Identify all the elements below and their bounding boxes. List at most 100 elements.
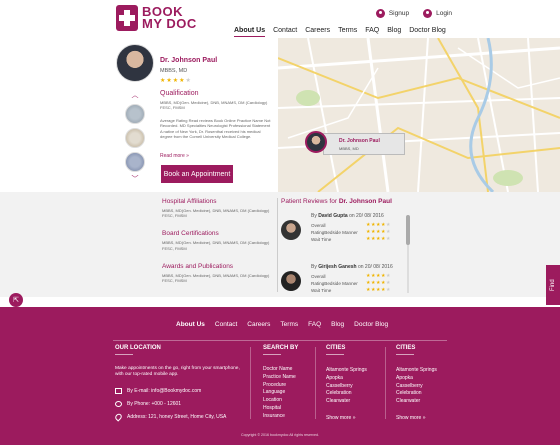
footer-nav-faq[interactable]: FAQ [308,321,321,328]
board-certifications-title: Board Certifications [162,230,219,238]
footer-divider [315,347,316,419]
review-rating: ★★★★★ [366,273,391,279]
footer-nav: About Us Contact Careers Terms FAQ Blog … [176,321,388,328]
city-link[interactable]: Casselberry [396,383,437,391]
nav-contact[interactable]: Contact [273,27,297,37]
reviews-title: Patient Reviews for Dr. Johnson Paul [281,198,392,205]
login-link[interactable]: Login [423,9,452,18]
map[interactable] [278,38,560,192]
photo-carousel: ︿ ﹀ [124,92,146,184]
city-link[interactable]: Celebration [396,390,437,398]
city-link[interactable]: Clearwater [326,398,367,406]
search-by-item[interactable]: Doctor Name [263,366,296,374]
review-author-line: By David Gupta on 20/ 08/ 2016 [311,213,384,219]
chevron-up-icon[interactable]: ︿ [124,92,146,100]
read-more-link[interactable]: Read more » [160,153,189,159]
logo[interactable]: BOOK MY DOC [116,5,197,31]
map-streets [278,38,560,192]
divider [277,198,278,292]
review-rating: ★★★★★ [366,222,391,228]
map-info-card[interactable] [323,133,405,155]
review-rating: ★★★★★ [366,280,391,286]
review-row-label: Wait Time [311,237,332,242]
footer-email[interactable]: By E-mail: info@Bookmydoc.com [115,388,201,394]
logo-cross-icon [116,5,138,31]
cities-title: CITIES [326,345,346,351]
carousel-photo[interactable] [125,152,145,172]
doctor-degree: MBBS, MD [160,68,188,74]
search-by-item[interactable]: Language [263,389,296,397]
board-certifications-text: MBBS, MD(Gen. Medicine), DNB, MNAMS, DM … [162,240,270,251]
phone-icon [115,401,122,407]
search-by-list: Doctor Name Practice Name Procedure Lang… [263,366,296,421]
awards-publications-text: MBBS, MD(Gen. Medicine), DNB, MNAMS, DM … [162,272,270,284]
carousel-photo[interactable] [125,128,145,148]
map-pin-avatar[interactable] [305,131,327,153]
review-item: By Girijesh Ganesh on 20/ 08/ 2016 Overa… [281,264,411,300]
show-more-link[interactable]: Show more » [326,415,355,421]
city-link[interactable]: Altamonte Springs [396,367,437,375]
carousel-photo[interactable] [125,104,145,124]
arrows-right-icon: » [352,415,356,421]
power-icon [423,9,433,18]
footer-nav-terms[interactable]: Terms [280,321,298,328]
nav-terms[interactable]: Terms [338,27,357,37]
reviews-scrollbar-thumb[interactable] [406,215,410,245]
review-row-label: Wait Time [311,288,332,293]
search-by-item[interactable]: Practice Name [263,374,296,382]
side-menu-icon[interactable]: ⇱ [9,293,23,307]
cities-list: Altamonte Springs Apopka Casselberry Cel… [326,367,367,406]
search-by-item[interactable]: Location [263,397,296,405]
map-pin-name: Dr. Johnson Paul [339,138,380,144]
footer-nav-careers[interactable]: Careers [247,321,270,328]
city-link[interactable]: Apopka [396,375,437,383]
signup-link[interactable]: Signup [375,9,409,18]
footer-separator [113,340,447,341]
city-link[interactable]: Clearwater [396,398,437,406]
footer-nav-contact[interactable]: Contact [215,321,237,328]
arrows-right-icon: » [422,415,426,421]
footer-nav-blog[interactable]: Blog [331,321,344,328]
qualification-title: Qualification [160,90,199,97]
search-by-item[interactable]: Hospital [263,405,296,413]
copyright: Copyright © 2016 bookmydoc All rights re… [241,433,319,437]
mail-icon [115,388,122,394]
footer-address: Address: 121, honey Street, Home City, U… [113,412,226,422]
nav-doctor-blog[interactable]: Doctor Blog [409,27,446,37]
doctor-rating: ★★★★★ [160,77,192,84]
search-by-title: SEARCH BY [263,345,299,351]
page: BOOK MY DOC Signup Login About Us Contac… [0,0,560,445]
location-pin-icon [113,412,124,422]
city-link[interactable]: Altamonte Springs [326,367,367,375]
footer-nav-about-us[interactable]: About Us [176,321,205,328]
nav-faq[interactable]: FAQ [365,27,379,37]
affiliations-column: Hospital Affiliations MBBS, MD(Gen. Medi… [162,198,274,295]
reviewer-avatar [281,220,301,240]
review-row-label: Overall [311,223,326,228]
review-row-label: Overall [311,274,326,279]
find-tab[interactable]: Find [546,265,560,305]
review-item: By David Gupta on 20/ 08/ 2016 Overall R… [281,213,411,249]
review-row-label: RatingBedside Manner [311,281,358,286]
details-section [0,192,560,297]
arrows-right-icon: » [186,153,189,159]
nav-blog[interactable]: Blog [387,27,401,37]
reviews-header: Patient Reviews for Dr. Johnson Paul [281,198,411,205]
search-by-item[interactable]: Procedure [263,382,296,390]
cities-list: Altamonte Springs Apopka Casselberry Cel… [396,367,437,406]
doctor-description: Average Rating Read reviews Book Online … [160,118,271,140]
search-by-item[interactable]: Insurance [263,413,296,421]
footer: About Us Contact Careers Terms FAQ Blog … [0,307,560,445]
top-actions: Signup Login [375,9,452,18]
city-link[interactable]: Apopka [326,375,367,383]
footer-nav-doctor-blog[interactable]: Doctor Blog [354,321,388,328]
show-more-link[interactable]: Show more » [396,415,425,421]
book-appointment-button[interactable]: Book an Appointment [161,165,233,183]
hospital-affiliations-text: MBBS, MD(Gen. Medicine), DNB, MNAMS, DM … [162,208,270,219]
city-link[interactable]: Celebration [326,390,367,398]
nav-about-us[interactable]: About Us [234,27,266,37]
nav-careers[interactable]: Careers [305,27,330,37]
city-link[interactable]: Casselberry [326,383,367,391]
chevron-down-icon[interactable]: ﹀ [124,176,146,184]
footer-phone[interactable]: By Phone: +000 - 12601 [115,401,181,407]
